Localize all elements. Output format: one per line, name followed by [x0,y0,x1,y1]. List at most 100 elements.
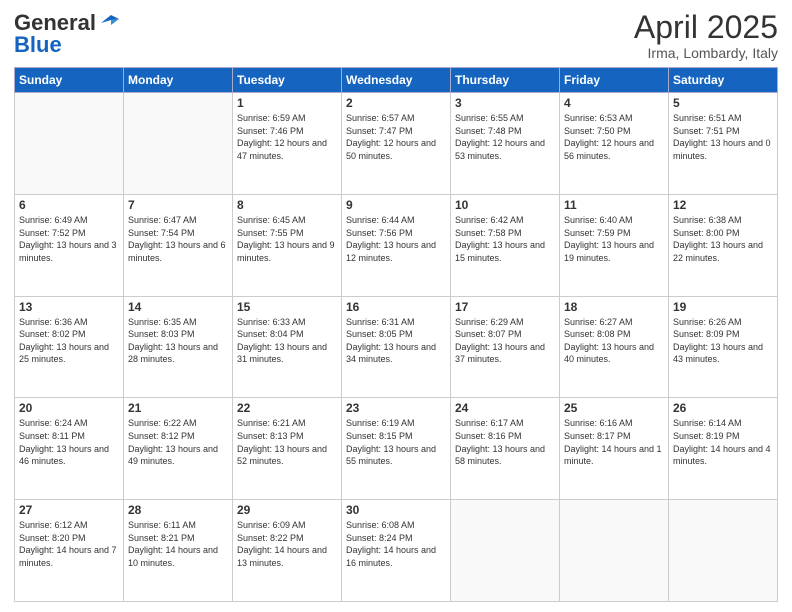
day-number: 4 [564,96,664,110]
day-number: 27 [19,503,119,517]
calendar-cell: 5 Sunrise: 6:51 AM Sunset: 7:51 PM Daylig… [669,93,778,195]
day-number: 17 [455,300,555,314]
day-info: Sunrise: 6:40 AM Sunset: 7:59 PM Dayligh… [564,214,664,264]
calendar-cell: 7 Sunrise: 6:47 AM Sunset: 7:54 PM Daylig… [124,194,233,296]
day-number: 21 [128,401,228,415]
calendar-cell: 8 Sunrise: 6:45 AM Sunset: 7:55 PM Daylig… [233,194,342,296]
day-number: 8 [237,198,337,212]
col-friday: Friday [560,68,669,93]
calendar-week-0: 1Sunrise: 6:59 AM Sunset: 7:46 PM Daylig… [15,93,778,195]
col-thursday: Thursday [451,68,560,93]
day-info: Sunrise: 6:42 AM Sunset: 7:58 PM Dayligh… [455,214,555,264]
calendar-cell: 18Sunrise: 6:27 AM Sunset: 8:08 PM Dayli… [560,296,669,398]
day-number: 3 [455,96,555,110]
calendar-cell [560,500,669,602]
calendar-cell: 4 Sunrise: 6:53 AM Sunset: 7:50 PM Daylig… [560,93,669,195]
calendar-cell: 6 Sunrise: 6:49 AM Sunset: 7:52 PM Daylig… [15,194,124,296]
day-info: Sunrise: 6:27 AM Sunset: 8:08 PM Dayligh… [564,316,664,366]
day-number: 28 [128,503,228,517]
calendar-table: Sunday Monday Tuesday Wednesday Thursday… [14,67,778,602]
day-info: Sunrise: 6:55 AM Sunset: 7:48 PM Dayligh… [455,112,555,162]
day-number: 2 [346,96,446,110]
day-info: Sunrise: 6:17 AM Sunset: 8:16 PM Dayligh… [455,417,555,467]
calendar-cell: 29Sunrise: 6:09 AM Sunset: 8:22 PM Dayli… [233,500,342,602]
calendar-cell: 1Sunrise: 6:59 AM Sunset: 7:46 PM Daylig… [233,93,342,195]
page: General Blue April 2025 Irma, Lombardy, … [0,0,792,612]
header: General Blue April 2025 Irma, Lombardy, … [14,10,778,61]
calendar-cell: 12 Sunrise: 6:38 AM Sunset: 8:00 PM Dayli… [669,194,778,296]
calendar-cell: 17Sunrise: 6:29 AM Sunset: 8:07 PM Dayli… [451,296,560,398]
day-info: Sunrise: 6:09 AM Sunset: 8:22 PM Dayligh… [237,519,337,569]
calendar-cell: 21Sunrise: 6:22 AM Sunset: 8:12 PM Dayli… [124,398,233,500]
logo: General Blue [14,10,120,58]
header-row: Sunday Monday Tuesday Wednesday Thursday… [15,68,778,93]
day-info: Sunrise: 6:12 AM Sunset: 8:20 PM Dayligh… [19,519,119,569]
calendar-cell: 24 Sunrise: 6:17 AM Sunset: 8:16 PM Dayli… [451,398,560,500]
calendar-cell: 15Sunrise: 6:33 AM Sunset: 8:04 PM Dayli… [233,296,342,398]
day-number: 25 [564,401,664,415]
day-number: 6 [19,198,119,212]
day-number: 10 [455,198,555,212]
calendar-cell: 9 Sunrise: 6:44 AM Sunset: 7:56 PM Daylig… [342,194,451,296]
day-info: Sunrise: 6:26 AM Sunset: 8:09 PM Dayligh… [673,316,773,366]
calendar-cell [124,93,233,195]
day-number: 13 [19,300,119,314]
page-subtitle: Irma, Lombardy, Italy [634,45,778,61]
calendar-cell [15,93,124,195]
calendar-cell: 28 Sunrise: 6:11 AM Sunset: 8:21 PM Dayli… [124,500,233,602]
day-number: 30 [346,503,446,517]
calendar-week-4: 27 Sunrise: 6:12 AM Sunset: 8:20 PM Dayli… [15,500,778,602]
day-number: 19 [673,300,773,314]
day-info: Sunrise: 6:36 AM Sunset: 8:02 PM Dayligh… [19,316,119,366]
calendar-cell: 2 Sunrise: 6:57 AM Sunset: 7:47 PM Daylig… [342,93,451,195]
day-number: 12 [673,198,773,212]
col-wednesday: Wednesday [342,68,451,93]
day-number: 5 [673,96,773,110]
day-number: 15 [237,300,337,314]
day-info: Sunrise: 6:38 AM Sunset: 8:00 PM Dayligh… [673,214,773,264]
col-sunday: Sunday [15,68,124,93]
day-info: Sunrise: 6:44 AM Sunset: 7:56 PM Dayligh… [346,214,446,264]
day-info: Sunrise: 6:19 AM Sunset: 8:15 PM Dayligh… [346,417,446,467]
day-info: Sunrise: 6:14 AM Sunset: 8:19 PM Dayligh… [673,417,773,467]
col-monday: Monday [124,68,233,93]
day-info: Sunrise: 6:51 AM Sunset: 7:51 PM Dayligh… [673,112,773,162]
day-info: Sunrise: 6:21 AM Sunset: 8:13 PM Dayligh… [237,417,337,467]
logo-bird-icon [97,15,119,31]
calendar-cell: 20Sunrise: 6:24 AM Sunset: 8:11 PM Dayli… [15,398,124,500]
calendar-cell: 23 Sunrise: 6:19 AM Sunset: 8:15 PM Dayli… [342,398,451,500]
calendar-cell [669,500,778,602]
calendar-cell: 25 Sunrise: 6:16 AM Sunset: 8:17 PM Dayli… [560,398,669,500]
day-info: Sunrise: 6:45 AM Sunset: 7:55 PM Dayligh… [237,214,337,264]
col-saturday: Saturday [669,68,778,93]
day-number: 11 [564,198,664,212]
day-number: 24 [455,401,555,415]
day-number: 16 [346,300,446,314]
calendar-cell: 22 Sunrise: 6:21 AM Sunset: 8:13 PM Dayli… [233,398,342,500]
day-info: Sunrise: 6:11 AM Sunset: 8:21 PM Dayligh… [128,519,228,569]
day-info: Sunrise: 6:31 AM Sunset: 8:05 PM Dayligh… [346,316,446,366]
day-info: Sunrise: 6:16 AM Sunset: 8:17 PM Dayligh… [564,417,664,467]
day-number: 23 [346,401,446,415]
day-info: Sunrise: 6:49 AM Sunset: 7:52 PM Dayligh… [19,214,119,264]
page-title: April 2025 [634,10,778,45]
calendar-cell: 27 Sunrise: 6:12 AM Sunset: 8:20 PM Dayli… [15,500,124,602]
day-info: Sunrise: 6:47 AM Sunset: 7:54 PM Dayligh… [128,214,228,264]
day-info: Sunrise: 6:57 AM Sunset: 7:47 PM Dayligh… [346,112,446,162]
day-number: 9 [346,198,446,212]
col-tuesday: Tuesday [233,68,342,93]
calendar-cell [451,500,560,602]
calendar-cell: 11 Sunrise: 6:40 AM Sunset: 7:59 PM Dayli… [560,194,669,296]
day-info: Sunrise: 6:35 AM Sunset: 8:03 PM Dayligh… [128,316,228,366]
calendar-cell: 14 Sunrise: 6:35 AM Sunset: 8:03 PM Dayli… [124,296,233,398]
day-number: 7 [128,198,228,212]
day-number: 22 [237,401,337,415]
day-info: Sunrise: 6:08 AM Sunset: 8:24 PM Dayligh… [346,519,446,569]
calendar-week-1: 6 Sunrise: 6:49 AM Sunset: 7:52 PM Daylig… [15,194,778,296]
title-block: April 2025 Irma, Lombardy, Italy [634,10,778,61]
day-info: Sunrise: 6:53 AM Sunset: 7:50 PM Dayligh… [564,112,664,162]
day-number: 1 [237,96,337,110]
calendar-cell: 26Sunrise: 6:14 AM Sunset: 8:19 PM Dayli… [669,398,778,500]
calendar-week-3: 20Sunrise: 6:24 AM Sunset: 8:11 PM Dayli… [15,398,778,500]
day-number: 14 [128,300,228,314]
